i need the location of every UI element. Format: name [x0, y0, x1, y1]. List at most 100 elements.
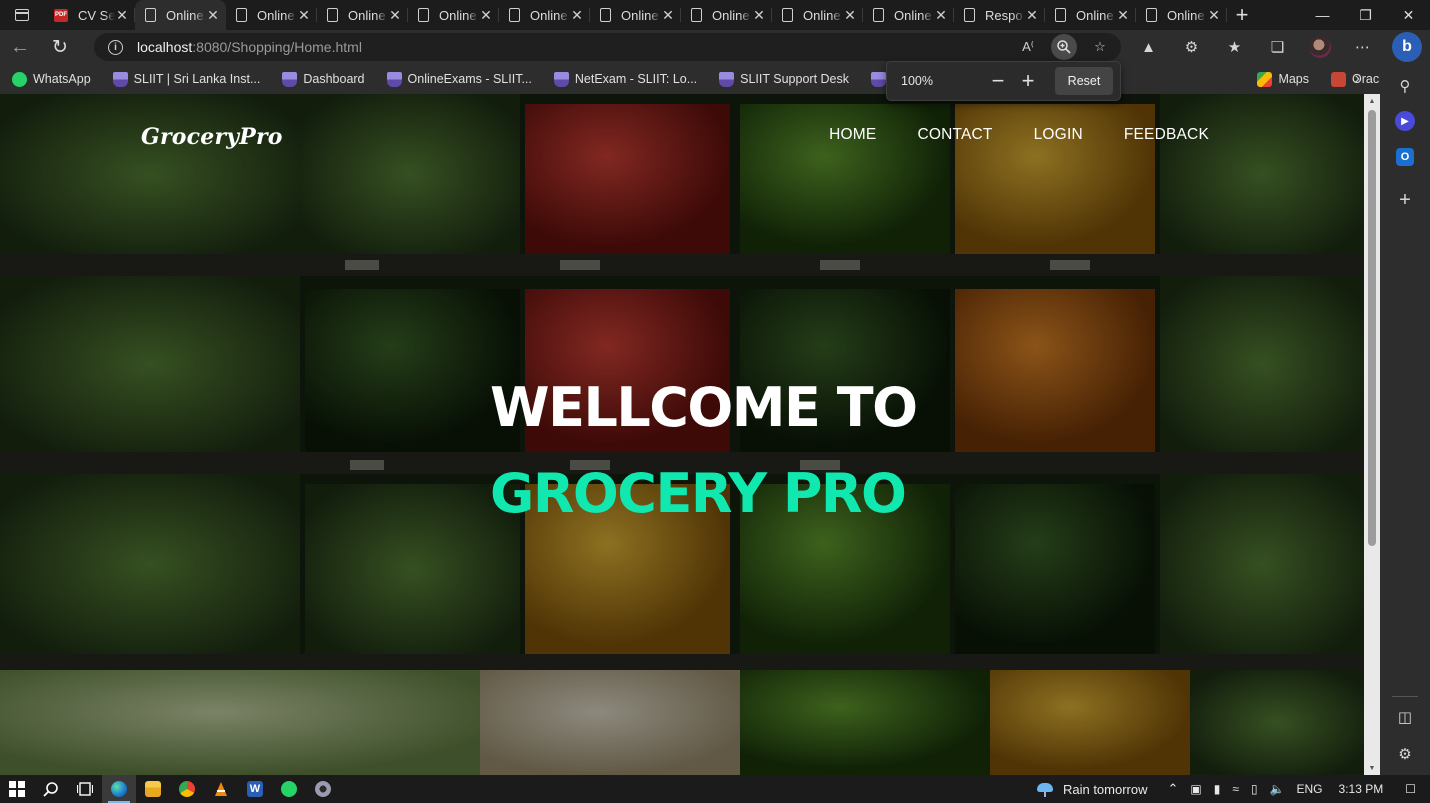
favorite-link[interactable]: SLIIT Support Desk — [719, 71, 849, 87]
page-scrollbar[interactable]: ▲ ▼ — [1364, 94, 1380, 775]
reload-button[interactable]: ↻ — [40, 30, 80, 64]
collections-icon[interactable]: ❏ — [1256, 30, 1299, 64]
tab-close-icon[interactable]: ✕ — [206, 7, 220, 24]
zoom-icon[interactable] — [1051, 34, 1077, 60]
tray-volume-muted-icon[interactable]: 🔈 — [1270, 782, 1285, 796]
tab-close-icon[interactable]: ✕ — [1116, 7, 1130, 24]
browser-tab[interactable]: Online ✕ — [499, 0, 590, 30]
sidebar-outlook-icon[interactable]: O — [1396, 148, 1414, 166]
tab-close-icon[interactable]: ✕ — [934, 7, 948, 24]
sidebar-add-icon[interactable]: + — [1393, 188, 1417, 212]
taskbar-whatsapp-icon[interactable] — [272, 775, 306, 803]
browser-tab[interactable]: Online ✕ — [1045, 0, 1136, 30]
nav-link-contact[interactable]: CONTACT — [917, 126, 992, 144]
browser-tab[interactable]: Online ✕ — [863, 0, 954, 30]
taskbar-settings-icon[interactable] — [306, 775, 340, 803]
taskbar-chrome-icon[interactable] — [170, 775, 204, 803]
tray-chevron-up-icon[interactable]: ⌃ — [1168, 781, 1179, 797]
extensions-puzzle-icon[interactable]: ⚙ — [1170, 30, 1213, 64]
browser-tab[interactable]: Online ✕ — [408, 0, 499, 30]
tab-actions-button[interactable] — [0, 0, 44, 30]
tab-close-icon[interactable]: ✕ — [297, 7, 311, 24]
add-favorite-icon[interactable]: ☆ — [1087, 34, 1113, 60]
favorite-link[interactable]: OnlineExams - SLIIT... — [386, 71, 532, 87]
zoom-reset-button[interactable]: Reset — [1055, 67, 1113, 95]
browser-tab[interactable]: Online ✕ — [1136, 0, 1227, 30]
browser-tab[interactable]: Online ✕ — [772, 0, 863, 30]
back-button[interactable]: ← — [0, 30, 40, 64]
browser-tab[interactable]: Online ✕ — [681, 0, 772, 30]
tray-wifi-icon[interactable]: ≈ — [1232, 782, 1239, 796]
page-viewport: GroceryPro HOME CONTACT LOGIN FEEDBACK WELL… — [0, 94, 1364, 775]
tab-close-icon[interactable]: ✕ — [843, 7, 857, 24]
tab-close-icon[interactable]: ✕ — [479, 7, 493, 24]
tray-phone-link-icon[interactable]: ▯ — [1251, 782, 1258, 796]
browser-toolbar: ← ↻ i localhost:8080/Shopping/Home.html … — [0, 30, 1430, 64]
page-icon — [691, 8, 702, 22]
nav-link-feedback[interactable]: FEEDBACK — [1124, 126, 1209, 144]
profile-avatar[interactable] — [1309, 36, 1331, 58]
tab-strip: PDF CV Se ✕ Online ✕ Online ✕ Online ✕ Online ✕ Onl… — [0, 0, 1430, 30]
scroll-up-arrow-icon[interactable]: ▲ — [1364, 94, 1380, 108]
browser-tab[interactable]: Online ✕ — [135, 0, 226, 30]
zoom-out-button[interactable]: − — [983, 68, 1013, 94]
notification-center-icon[interactable]: ☐ — [1405, 782, 1416, 796]
favorite-link[interactable]: SLIIT | Sri Lanka Inst... — [112, 71, 260, 87]
favorite-label: Maps — [1278, 72, 1310, 86]
tray-clock[interactable]: 3:13 PM — [1339, 782, 1384, 796]
sidebar-search-icon[interactable]: ⚲ — [1393, 74, 1417, 98]
taskbar-search-icon[interactable] — [34, 775, 68, 803]
windows-logo-icon — [9, 781, 25, 797]
weather-widget[interactable]: Rain tomorrow — [1035, 781, 1148, 797]
favorite-link[interactable]: Dashboard — [282, 71, 365, 87]
nav-link-home[interactable]: HOME — [829, 126, 876, 144]
bing-copilot-button[interactable]: b — [1392, 32, 1422, 62]
site-logo[interactable]: GroceryPro — [141, 124, 283, 150]
favorite-label: WhatsApp — [33, 72, 91, 86]
tab-close-icon[interactable]: ✕ — [661, 7, 675, 24]
browser-tab[interactable]: Online ✕ — [226, 0, 317, 30]
sidebar-toggle-icon[interactable]: ◫ — [1393, 705, 1417, 729]
tab-close-icon[interactable]: ✕ — [1025, 7, 1039, 24]
tab-close-icon[interactable]: ✕ — [1207, 7, 1221, 24]
sidebar-settings-icon[interactable]: ⚙ — [1393, 742, 1417, 766]
site-info-icon[interactable]: i — [108, 39, 123, 55]
read-aloud-icon[interactable]: A⁽ — [1015, 34, 1041, 60]
tray-language[interactable]: ENG — [1297, 782, 1323, 796]
nav-link-login[interactable]: LOGIN — [1034, 126, 1083, 144]
taskbar-file-explorer-icon[interactable] — [136, 775, 170, 803]
browser-tab[interactable]: PDF CV Se ✕ — [44, 0, 135, 30]
taskbar-vlc-icon[interactable] — [204, 775, 238, 803]
browser-tab[interactable]: Respo ✕ — [954, 0, 1045, 30]
favorite-link[interactable]: NetExam - SLIIT: Lo... — [553, 71, 697, 87]
favorites-icon[interactable]: ★ — [1213, 30, 1256, 64]
minimize-button[interactable]: — — [1301, 0, 1344, 30]
browser-tab[interactable]: Online ✕ — [590, 0, 681, 30]
tab-close-icon[interactable]: ✕ — [570, 7, 584, 24]
browser-tab[interactable]: Online ✕ — [317, 0, 408, 30]
tab-label: Online — [439, 7, 477, 23]
zoom-in-button[interactable]: + — [1013, 68, 1043, 94]
settings-more-icon[interactable]: ⋯ — [1341, 30, 1384, 64]
scrollbar-thumb[interactable] — [1368, 110, 1376, 546]
taskbar-word-icon[interactable]: W — [238, 775, 272, 803]
tray-network-monitor-icon[interactable]: ▣ — [1190, 782, 1201, 796]
extension-icon[interactable]: ▲ — [1127, 30, 1170, 64]
favorite-link[interactable]: Maps — [1257, 71, 1310, 87]
tray-battery-icon[interactable]: ▮ — [1214, 782, 1221, 796]
new-tab-button[interactable]: + — [1227, 0, 1257, 30]
tab-close-icon[interactable]: ✕ — [752, 7, 766, 24]
tab-close-icon[interactable]: ✕ — [388, 7, 402, 24]
scroll-down-arrow-icon[interactable]: ▼ — [1364, 761, 1380, 775]
taskbar-edge-icon[interactable] — [102, 775, 136, 803]
restore-button[interactable]: ❐ — [1344, 0, 1387, 30]
address-bar[interactable]: i localhost:8080/Shopping/Home.html A⁽ ☆ — [94, 33, 1121, 61]
close-window-button[interactable]: ✕ — [1387, 0, 1430, 30]
page-icon — [782, 8, 793, 22]
task-view-icon[interactable] — [68, 775, 102, 803]
favorites-overflow-chevron-icon[interactable]: › — [1355, 64, 1360, 94]
start-button[interactable] — [0, 775, 34, 803]
tab-close-icon[interactable]: ✕ — [115, 7, 129, 24]
favorite-link[interactable]: WhatsApp — [12, 71, 91, 87]
sidebar-copilot-icon[interactable]: ▶ — [1395, 111, 1415, 131]
